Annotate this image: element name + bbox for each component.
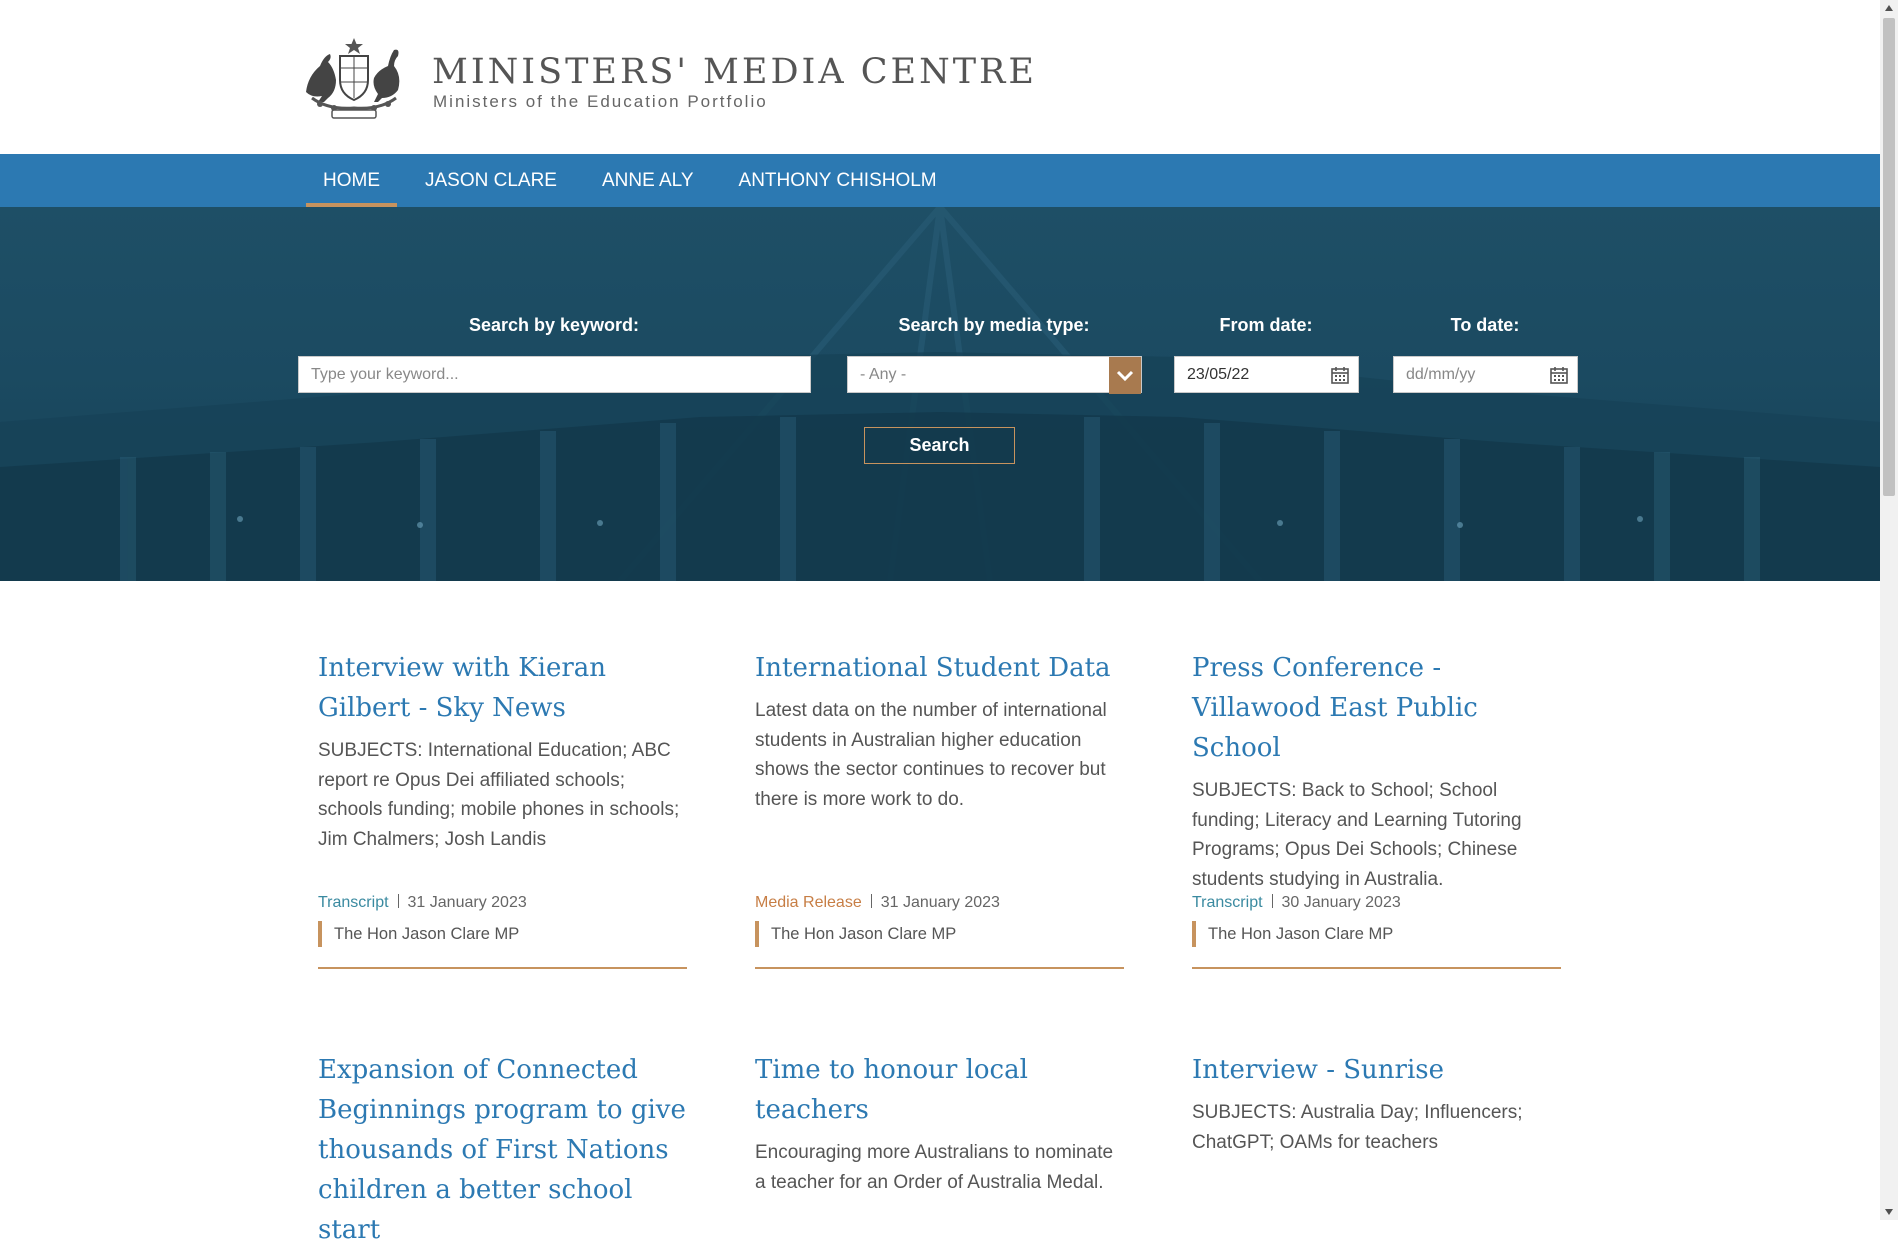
site-subtitle: Ministers of the Education Portfolio [433, 92, 768, 111]
article-summary: Encouraging more Australians to nominate… [755, 1142, 1114, 1193]
scroll-up-arrow-icon[interactable] [1880, 0, 1898, 17]
calendar-icon[interactable] [1549, 365, 1569, 385]
article-card: Interview - Sunrise SUBJECTS: Australia … [1192, 1050, 1562, 1157]
article-type[interactable]: Media Release [755, 894, 862, 911]
article-meta: Media Release 31 January 2023 [755, 894, 1000, 912]
article-title[interactable]: Expansion of Connected Beginnings progra… [318, 1050, 688, 1250]
article-date: 31 January 2023 [407, 894, 527, 911]
site-header: MINISTERS' MEDIA CENTRE Ministers of the… [0, 0, 1880, 154]
site-title[interactable]: MINISTERS' MEDIA CENTRE [432, 52, 1037, 92]
article-meta: Transcript 31 January 2023 [318, 894, 527, 912]
article-divider [318, 967, 687, 969]
from-date-label: From date: [1219, 315, 1313, 335]
article-date: 31 January 2023 [880, 894, 1000, 911]
article-title[interactable]: Interview - Sunrise [1192, 1050, 1562, 1090]
article-title[interactable]: Interview with Kieran Gilbert - Sky News [318, 648, 688, 728]
article-card: International Student Data Latest data o… [755, 648, 1125, 814]
media-type-value: - Any - [860, 366, 907, 383]
article-minister: The Hon Jason Clare MP [318, 921, 519, 947]
keyword-label: Search by keyword: [468, 315, 640, 335]
article-type[interactable]: Transcript [1192, 894, 1263, 911]
keyword-input[interactable]: Type your keyword... [298, 356, 811, 393]
search-button[interactable]: Search [864, 427, 1015, 464]
article-card: Expansion of Connected Beginnings progra… [318, 1050, 688, 1250]
article-title[interactable]: Time to honour local teachers [755, 1050, 1125, 1130]
to-date-placeholder: dd/mm/yy [1406, 366, 1476, 383]
to-date-input[interactable]: dd/mm/yy [1393, 356, 1578, 393]
article-summary: SUBJECTS: International Education; ABC r… [318, 740, 680, 850]
parliament-house-background [0, 207, 1880, 581]
nav-item-jason-clare[interactable]: JASON CLARE [408, 154, 574, 207]
search-hero: Search by keyword: Type your keyword... … [0, 207, 1880, 581]
article-meta: Transcript 30 January 2023 [1192, 894, 1401, 912]
media-type-label: Search by media type: [898, 315, 1090, 335]
article-minister: The Hon Jason Clare MP [755, 921, 956, 947]
article-summary: SUBJECTS: Back to School; School funding… [1192, 780, 1522, 890]
chevron-down-icon[interactable] [1109, 357, 1141, 394]
scrollbar-thumb[interactable] [1883, 18, 1895, 496]
article-date: 30 January 2023 [1281, 894, 1401, 911]
article-card: Press Conference - Villawood East Public… [1192, 648, 1562, 894]
article-type[interactable]: Transcript [318, 894, 389, 911]
coat-of-arms-crest-icon[interactable] [298, 36, 410, 120]
article-card: Time to honour local teachers Encouragin… [755, 1050, 1125, 1197]
media-type-select[interactable]: - Any - [847, 356, 1142, 394]
main-nav: HOME JASON CLARE ANNE ALY ANTHONY CHISHO… [0, 154, 1880, 207]
nav-item-anne-aly[interactable]: ANNE ALY [585, 154, 711, 207]
from-date-input[interactable]: 23/05/22 [1174, 356, 1359, 393]
article-title[interactable]: International Student Data [755, 648, 1125, 688]
article-summary: SUBJECTS: Australia Day; Influencers; Ch… [1192, 1102, 1523, 1153]
article-summary: Latest data on the number of internation… [755, 700, 1107, 810]
article-card: Interview with Kieran Gilbert - Sky News… [318, 648, 688, 854]
article-divider [1192, 967, 1561, 969]
article-title[interactable]: Press Conference - Villawood East Public… [1192, 648, 1562, 768]
article-divider [755, 967, 1124, 969]
nav-item-home[interactable]: HOME [306, 154, 397, 207]
calendar-icon[interactable] [1330, 365, 1350, 385]
nav-item-anthony-chisholm[interactable]: ANTHONY CHISHOLM [722, 154, 954, 207]
scroll-down-arrow-icon[interactable] [1880, 1203, 1898, 1220]
to-date-label: To date: [1450, 315, 1520, 335]
article-minister: The Hon Jason Clare MP [1192, 921, 1393, 947]
from-date-value: 23/05/22 [1187, 366, 1250, 383]
page-scrollbar[interactable] [1880, 0, 1898, 1220]
